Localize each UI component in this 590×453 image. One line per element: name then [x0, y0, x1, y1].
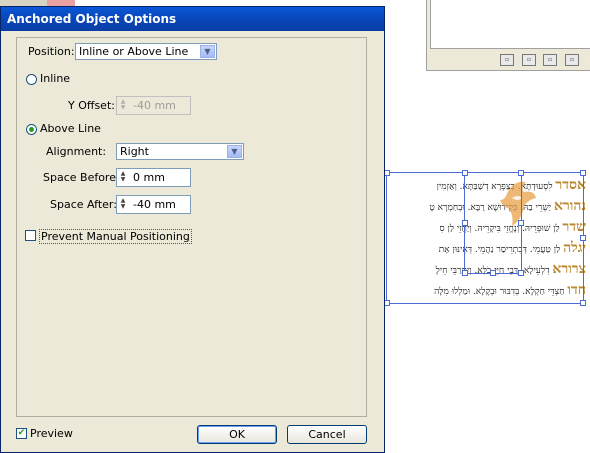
anchor-handle[interactable] — [462, 270, 468, 276]
chevron-down-icon[interactable]: ▼ — [200, 45, 215, 58]
position-value: Inline or Above Line — [79, 45, 189, 58]
preview-checkbox[interactable]: ✔ — [16, 428, 27, 439]
alignment-value: Right — [120, 145, 149, 158]
anchor-handle[interactable] — [518, 270, 524, 276]
panel-new-icon[interactable]: ▫ — [500, 54, 514, 66]
anchor-handle[interactable] — [518, 220, 524, 226]
space-before-field[interactable]: ▲ ▼ 0 mm — [116, 168, 191, 187]
space-after-value[interactable]: -40 mm — [133, 198, 176, 211]
panel-copy-icon[interactable]: ▫ — [522, 54, 536, 66]
anchored-object-frame[interactable] — [464, 172, 522, 274]
above-line-radio[interactable] — [26, 124, 37, 135]
background-panel-content — [430, 0, 590, 49]
y-offset-value: -40 mm — [133, 99, 176, 112]
prevent-manual-positioning-checkbox[interactable] — [25, 230, 36, 241]
cancel-button[interactable]: Cancel — [287, 425, 367, 444]
chevron-down-icon[interactable]: ▼ — [227, 145, 242, 158]
stepper-arrows-icon[interactable]: ▲ ▼ — [119, 99, 127, 111]
anchor-handle[interactable] — [518, 170, 524, 176]
space-before-label: Space Before: — [43, 171, 120, 184]
frame-handle[interactable] — [580, 235, 586, 241]
y-offset-field[interactable]: ▲ ▼ -40 mm — [116, 96, 191, 115]
stepper-arrows-icon[interactable]: ▲ ▼ — [119, 198, 127, 210]
frame-handle[interactable] — [580, 170, 586, 176]
alignment-dropdown[interactable]: Right ▼ — [116, 143, 244, 160]
frame-handle[interactable] — [580, 300, 586, 306]
anchor-handle[interactable] — [462, 170, 468, 176]
anchored-object-options-dialog: Anchored Object Options Position: Inline… — [0, 6, 385, 453]
radio-selected-dot — [29, 127, 34, 132]
space-before-value[interactable]: 0 mm — [133, 171, 165, 184]
space-after-field[interactable]: ▲ ▼ -40 mm — [116, 195, 191, 214]
preview-label[interactable]: Preview — [30, 427, 73, 440]
panel-trash-icon[interactable]: ▫ — [565, 54, 579, 66]
prevent-manual-positioning-label[interactable]: Prevent Manual Positioning — [39, 229, 192, 244]
inline-radio[interactable] — [26, 74, 37, 85]
options-group-box — [16, 37, 367, 417]
stepper-arrows-icon[interactable]: ▲ ▼ — [119, 171, 127, 183]
alignment-label: Alignment: — [46, 145, 107, 158]
inline-label[interactable]: Inline — [40, 72, 70, 85]
position-dropdown[interactable]: Inline or Above Line ▼ — [75, 43, 217, 60]
panel-page-icon[interactable]: ▫ — [543, 54, 557, 66]
above-line-label[interactable]: Above Line — [40, 122, 101, 135]
y-offset-label: Y Offset: — [68, 99, 115, 112]
ok-button[interactable]: OK — [197, 425, 277, 444]
dialog-title: Anchored Object Options — [1, 7, 384, 31]
position-label: Position: — [28, 45, 75, 58]
anchor-handle[interactable] — [490, 270, 496, 276]
anchor-handle[interactable] — [462, 220, 468, 226]
space-after-label: Space After: — [50, 198, 117, 211]
